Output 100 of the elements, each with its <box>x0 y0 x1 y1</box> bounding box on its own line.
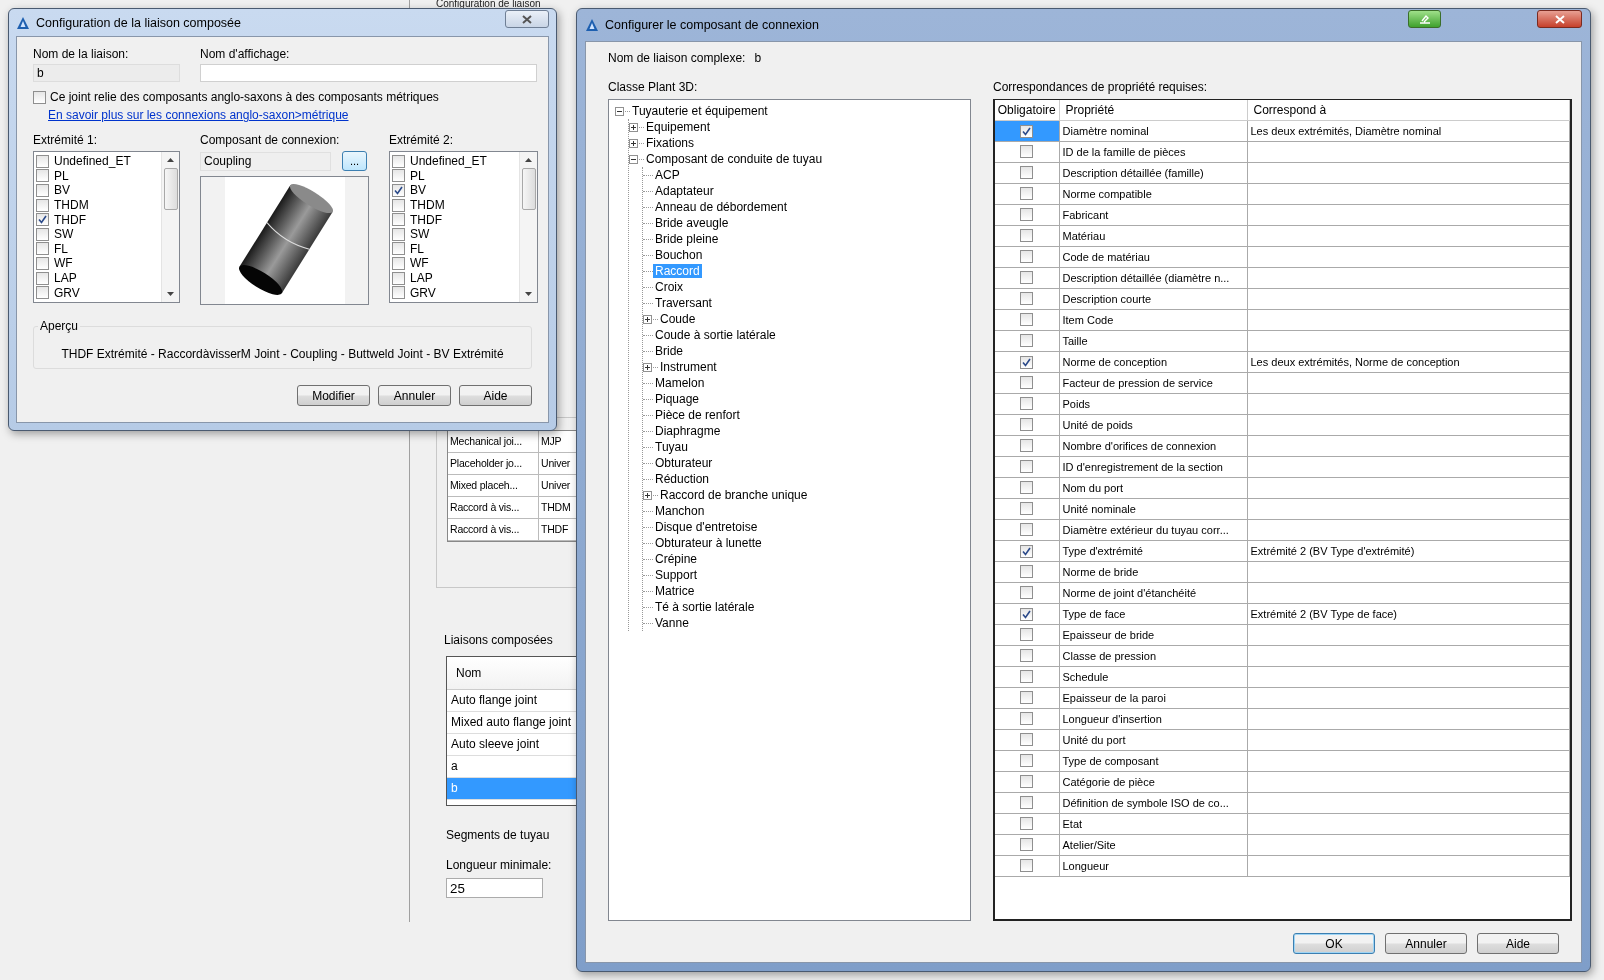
checkbox[interactable] <box>1020 544 1034 558</box>
checkbox[interactable] <box>1020 795 1034 809</box>
tree-item[interactable]: Vanne <box>653 616 691 630</box>
tree-item[interactable]: Raccord de branche unique <box>658 488 810 502</box>
checkbox[interactable] <box>392 184 405 197</box>
dialog-button[interactable]: Aide <box>459 385 532 406</box>
checkbox[interactable] <box>1020 249 1034 263</box>
tree-item[interactable]: Bride pleine <box>653 232 721 246</box>
tree-item[interactable]: Coude <box>658 312 698 326</box>
expand-toggle[interactable] <box>643 362 652 372</box>
checkbox[interactable] <box>1020 144 1034 158</box>
checkbox[interactable] <box>392 213 405 227</box>
close-button[interactable] <box>1537 10 1582 28</box>
tree-item[interactable]: Réduction <box>653 472 712 486</box>
tree-item[interactable]: Piquage <box>653 392 702 406</box>
checkbox[interactable] <box>1020 186 1034 200</box>
checkbox[interactable] <box>392 227 405 241</box>
checkbox[interactable] <box>392 271 405 285</box>
tree-item[interactable]: Bouchon <box>653 248 705 262</box>
checkbox[interactable] <box>1020 501 1034 515</box>
dialog-button[interactable]: OK <box>1293 933 1375 954</box>
expand-toggle[interactable] <box>629 138 638 148</box>
name-field[interactable]: b <box>33 64 180 82</box>
tree-item[interactable]: Tuyauterie et équipement <box>630 104 770 118</box>
tree-item[interactable]: Bride aveugle <box>653 216 731 230</box>
checkbox[interactable] <box>1020 270 1034 284</box>
checkbox[interactable] <box>1020 648 1034 662</box>
tree-item[interactable]: Croix <box>653 280 685 294</box>
min-length-field[interactable]: 25 <box>446 878 543 898</box>
checkbox[interactable] <box>1020 690 1034 704</box>
tree-item[interactable]: Mamelon <box>653 376 707 390</box>
checkbox[interactable] <box>1020 627 1034 641</box>
collapse-toggle[interactable] <box>615 106 624 116</box>
scroll-thumb[interactable] <box>521 168 536 210</box>
tree-item[interactable]: Matrice <box>653 584 697 598</box>
checkbox[interactable] <box>1020 355 1034 369</box>
tree-item[interactable]: Obturateur <box>653 456 715 470</box>
checkbox[interactable] <box>392 154 405 168</box>
checkbox[interactable] <box>1020 459 1034 473</box>
collapse-toggle[interactable] <box>629 154 638 164</box>
checkbox[interactable] <box>1020 165 1034 179</box>
checkbox[interactable] <box>392 198 405 212</box>
dialog-button[interactable]: Annuler <box>378 385 451 406</box>
checkbox[interactable] <box>1020 312 1034 326</box>
tree-item[interactable]: Anneau de débordement <box>653 200 790 214</box>
dialog-button[interactable]: Modifier <box>297 385 370 406</box>
checkbox[interactable] <box>36 286 49 300</box>
tree-item[interactable]: Coude à sortie latérale <box>653 328 778 342</box>
checkbox[interactable] <box>1020 291 1034 305</box>
tree-item[interactable]: Instrument <box>658 360 719 374</box>
checkbox[interactable] <box>1020 607 1034 621</box>
checkbox[interactable] <box>392 169 405 183</box>
checkbox[interactable] <box>1020 333 1034 347</box>
tree-item[interactable]: Manchon <box>653 504 707 518</box>
checkbox[interactable] <box>1020 774 1034 788</box>
checkbox[interactable] <box>1020 753 1034 767</box>
expand-toggle[interactable] <box>629 122 638 132</box>
tree-item[interactable]: Tuyau <box>653 440 690 454</box>
checkbox[interactable] <box>36 184 49 197</box>
checkbox[interactable] <box>1020 732 1034 746</box>
tree-item[interactable]: Composant de conduite de tuyau <box>644 152 825 166</box>
checkbox[interactable] <box>1020 816 1034 830</box>
checkbox[interactable] <box>1020 124 1034 138</box>
checkbox[interactable] <box>1020 417 1034 431</box>
checkbox[interactable] <box>392 256 405 270</box>
checkbox[interactable] <box>36 242 49 256</box>
tree-item[interactable]: ACP <box>653 168 682 182</box>
dialog-button[interactable]: Annuler <box>1385 933 1467 954</box>
tree-item[interactable]: Diaphragme <box>653 424 723 438</box>
checkbox[interactable] <box>1020 564 1034 578</box>
checkbox[interactable] <box>1020 480 1034 494</box>
scroll-thumb[interactable] <box>163 168 178 210</box>
scrollbar[interactable] <box>161 152 179 302</box>
scrollbar[interactable] <box>519 152 537 302</box>
browse-button[interactable]: ... <box>342 151 367 171</box>
tree-item[interactable]: Equipement <box>644 120 713 134</box>
close-button[interactable] <box>505 10 549 28</box>
checkbox[interactable] <box>1020 228 1034 242</box>
tree-item[interactable]: Fixations <box>644 136 697 150</box>
tree-item[interactable]: Adaptateur <box>653 184 716 198</box>
component-field[interactable]: Coupling <box>200 151 331 171</box>
checkbox[interactable] <box>1020 711 1034 725</box>
tree-item[interactable]: Traversant <box>653 296 714 310</box>
checkbox[interactable] <box>36 256 49 270</box>
checkbox[interactable] <box>392 286 405 300</box>
checkbox[interactable] <box>1020 858 1034 872</box>
checkbox[interactable] <box>36 227 49 241</box>
tree-item[interactable]: Support <box>653 568 700 582</box>
checkbox[interactable] <box>1020 375 1034 389</box>
tree-item[interactable]: Bride <box>653 344 685 358</box>
checkbox[interactable] <box>1020 585 1034 599</box>
checkbox[interactable] <box>1020 837 1034 851</box>
checkbox[interactable] <box>1020 669 1034 683</box>
help-link[interactable]: En savoir plus sur les connexions anglo-saxon>métrique <box>48 108 349 122</box>
checkbox[interactable] <box>392 242 405 256</box>
checkbox[interactable] <box>1020 396 1034 410</box>
tree-item[interactable]: Té à sortie latérale <box>653 600 757 614</box>
checkbox[interactable] <box>33 90 46 104</box>
checkbox[interactable] <box>36 271 49 285</box>
expand-toggle[interactable] <box>643 490 652 500</box>
